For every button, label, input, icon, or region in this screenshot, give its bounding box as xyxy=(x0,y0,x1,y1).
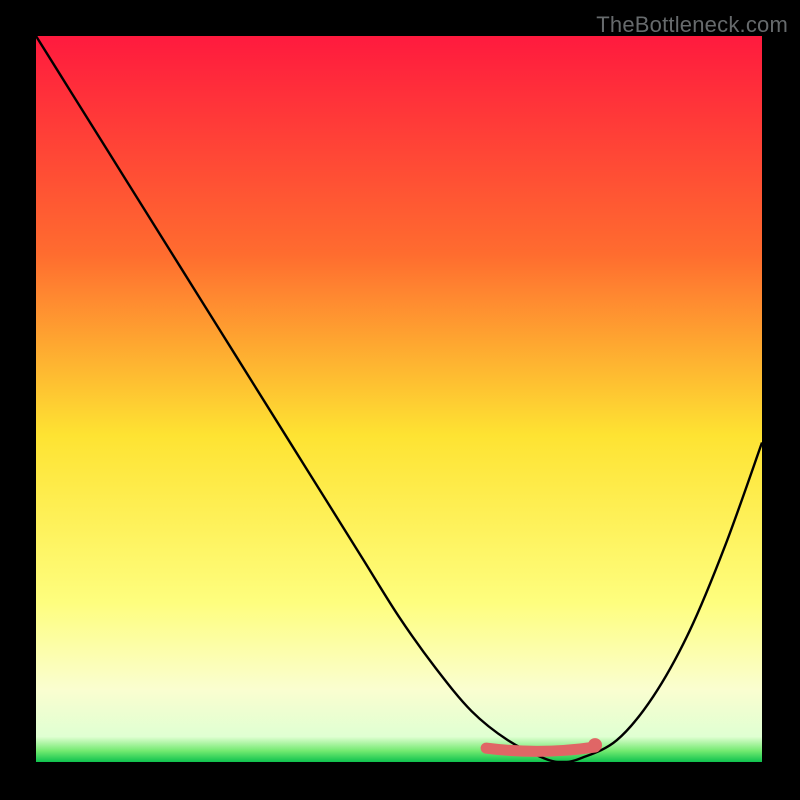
marker-end-dot xyxy=(588,738,602,752)
watermark-text: TheBottleneck.com xyxy=(596,12,788,38)
chart-frame: TheBottleneck.com xyxy=(0,0,800,800)
curve-layer xyxy=(36,36,762,762)
bottleneck-curve xyxy=(36,36,762,762)
marker-band xyxy=(486,747,595,751)
plot-area xyxy=(36,36,762,762)
